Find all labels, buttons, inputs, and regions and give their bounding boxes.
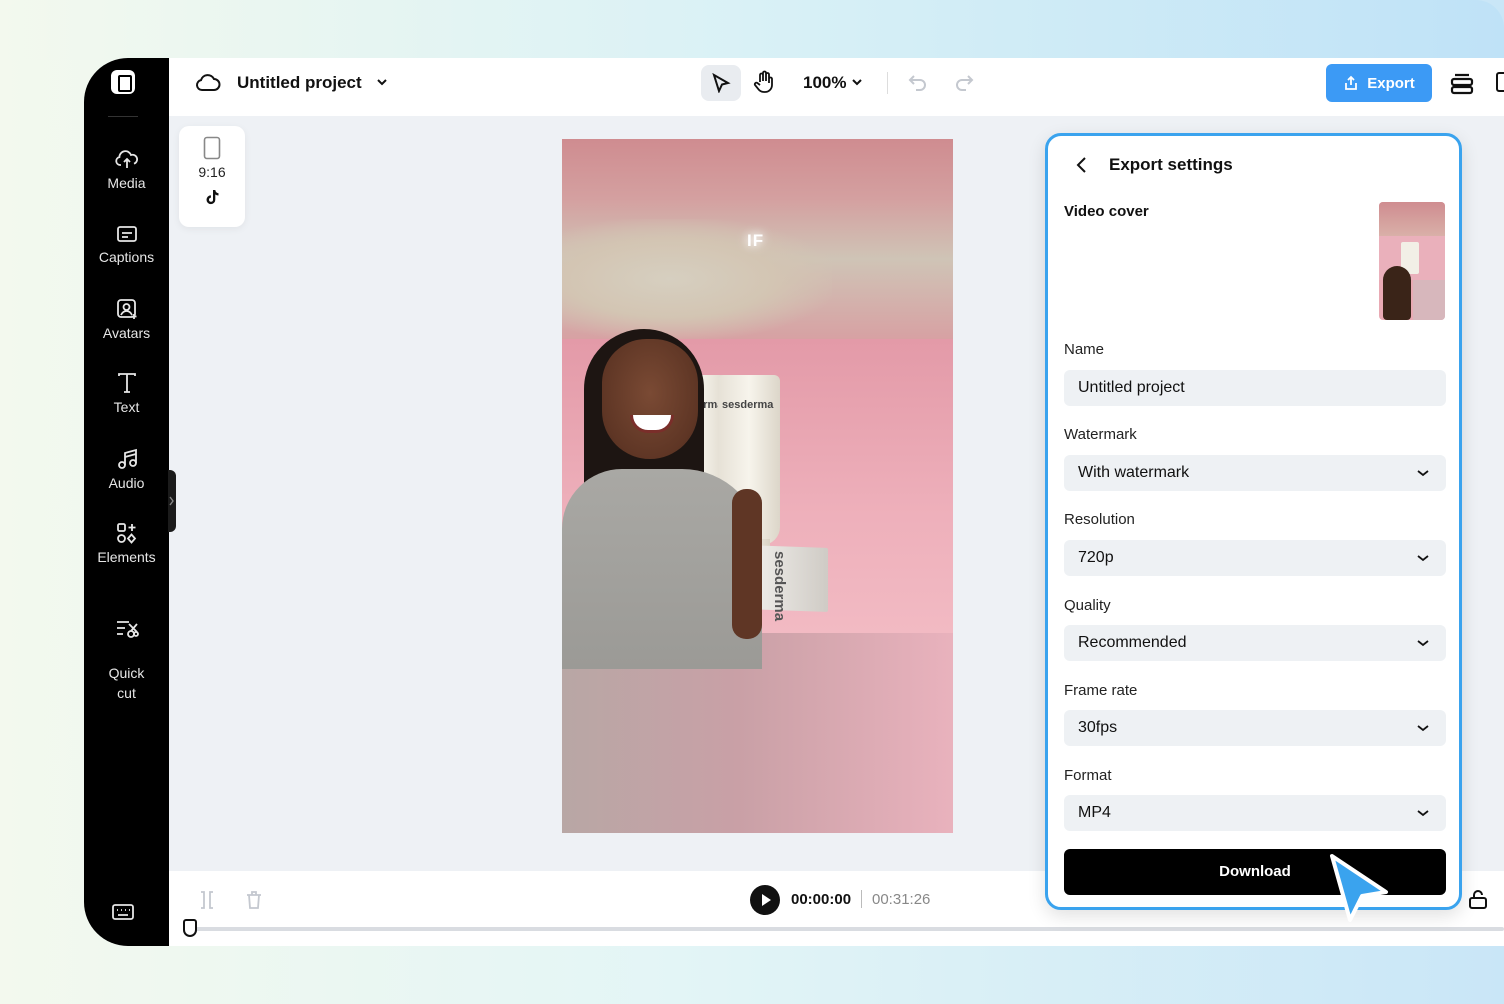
total-time: 00:31:26 bbox=[872, 891, 931, 908]
redo-icon[interactable] bbox=[953, 71, 975, 98]
name-input[interactable]: Untitled project bbox=[1064, 370, 1446, 406]
sidebar-item-label: Elements bbox=[97, 549, 156, 565]
cloud-sync-icon[interactable] bbox=[195, 71, 221, 100]
panel-title: Export settings bbox=[1109, 155, 1233, 174]
back-arrow-icon[interactable] bbox=[1074, 156, 1090, 179]
quality-select[interactable]: Recommended bbox=[1064, 625, 1446, 661]
captions-icon bbox=[116, 226, 137, 242]
quick-cut-icon bbox=[116, 621, 139, 638]
sidebar-item-label: Quick cut bbox=[108, 665, 145, 701]
avatar-icon bbox=[116, 299, 136, 319]
format-select[interactable]: MP4 bbox=[1064, 795, 1446, 831]
text-icon bbox=[117, 373, 136, 393]
sidebar-item-label: Captions bbox=[98, 249, 155, 265]
neon-sign-text: IF bbox=[747, 231, 765, 250]
elements-icon bbox=[116, 523, 136, 544]
sidebar-item-label: Media bbox=[107, 175, 146, 191]
play-button[interactable] bbox=[750, 885, 780, 915]
framerate-select[interactable]: 30fps bbox=[1064, 710, 1446, 746]
sidebar-item-audio[interactable]: Audio bbox=[84, 448, 169, 493]
timeline-track[interactable] bbox=[185, 927, 1504, 931]
framerate-label: Frame rate bbox=[1064, 682, 1138, 699]
sidebar: Media Captions Avatars Text Audio Elemen… bbox=[84, 58, 169, 946]
tiktok-icon bbox=[206, 190, 219, 205]
split-icon[interactable] bbox=[197, 889, 217, 916]
hand-icon bbox=[753, 70, 773, 93]
chevron-down-icon bbox=[1417, 640, 1429, 647]
sidebar-item-text[interactable]: Text bbox=[84, 372, 169, 417]
name-label: Name bbox=[1064, 341, 1105, 358]
watermark-select[interactable]: With watermark bbox=[1064, 455, 1446, 491]
person-face bbox=[602, 339, 698, 459]
export-button[interactable]: Export bbox=[1326, 64, 1432, 102]
quality-label: Quality bbox=[1064, 597, 1111, 614]
sidebar-item-avatars[interactable]: Avatars bbox=[84, 298, 169, 343]
person-arm bbox=[732, 489, 762, 639]
sidebar-item-captions[interactable]: Captions bbox=[84, 224, 169, 267]
sidebar-item-label: Text bbox=[113, 399, 140, 415]
zoom-level[interactable]: 100% bbox=[803, 73, 846, 93]
sidebar-collapse-handle[interactable] bbox=[168, 470, 176, 532]
chevron-down-icon[interactable] bbox=[375, 75, 389, 94]
select-tool-button[interactable] bbox=[701, 65, 741, 101]
aspect-ratio-label: 9:16 bbox=[198, 164, 226, 180]
chevron-down-icon bbox=[1417, 555, 1429, 562]
chevron-down-icon bbox=[1417, 725, 1429, 732]
trash-icon[interactable] bbox=[244, 889, 264, 916]
chevron-down-icon bbox=[1417, 810, 1429, 817]
toolbar-divider bbox=[887, 72, 888, 94]
sidebar-item-elements[interactable]: Elements bbox=[84, 522, 169, 567]
resolution-label: Resolution bbox=[1064, 511, 1135, 528]
lock-icon[interactable] bbox=[1467, 888, 1489, 915]
phone-portrait-icon bbox=[203, 136, 221, 160]
sidebar-item-quick-cut[interactable]: Quick cut bbox=[84, 598, 169, 703]
hand-tool-button[interactable] bbox=[753, 70, 775, 99]
chevron-down-icon[interactable] bbox=[850, 75, 864, 94]
mouse-cursor-icon bbox=[1326, 852, 1392, 931]
background-gradient bbox=[0, 0, 1504, 60]
video-preview[interactable]: IF sesderma sesderma sesderma bbox=[562, 139, 953, 833]
app-logo-icon[interactable] bbox=[111, 70, 135, 94]
video-cover-thumbnail[interactable] bbox=[1379, 202, 1445, 320]
resolution-select[interactable]: 720p bbox=[1064, 540, 1446, 576]
undo-icon[interactable] bbox=[907, 71, 929, 98]
project-title[interactable]: Untitled project bbox=[237, 73, 362, 93]
time-divider bbox=[861, 890, 862, 908]
format-label: Format bbox=[1064, 767, 1112, 784]
top-bar: Untitled project 100% Export bbox=[169, 58, 1504, 116]
keyboard-icon[interactable] bbox=[111, 902, 135, 927]
music-note-icon bbox=[117, 448, 137, 469]
panel-layout-icon[interactable] bbox=[1495, 71, 1504, 98]
sidebar-item-label: Avatars bbox=[102, 325, 151, 341]
share-icon bbox=[1345, 75, 1358, 90]
video-cover-label: Video cover bbox=[1064, 203, 1149, 220]
product-box-brand: sesderma bbox=[771, 551, 788, 622]
current-time: 00:00:00 bbox=[791, 891, 852, 908]
export-settings-panel: Export settings Video cover Name Untitle… bbox=[1045, 133, 1462, 910]
sidebar-divider bbox=[108, 116, 138, 117]
chevron-down-icon bbox=[1417, 470, 1429, 477]
playhead-handle[interactable] bbox=[183, 919, 197, 937]
layers-icon[interactable] bbox=[1449, 70, 1475, 101]
sidebar-item-label: Audio bbox=[108, 475, 145, 491]
pointer-icon bbox=[712, 73, 731, 93]
watermark-label: Watermark bbox=[1064, 426, 1137, 443]
sidebar-item-media[interactable]: Media bbox=[84, 148, 169, 193]
aspect-ratio-card[interactable]: 9:16 bbox=[179, 126, 245, 227]
cloud-upload-icon bbox=[114, 150, 138, 168]
